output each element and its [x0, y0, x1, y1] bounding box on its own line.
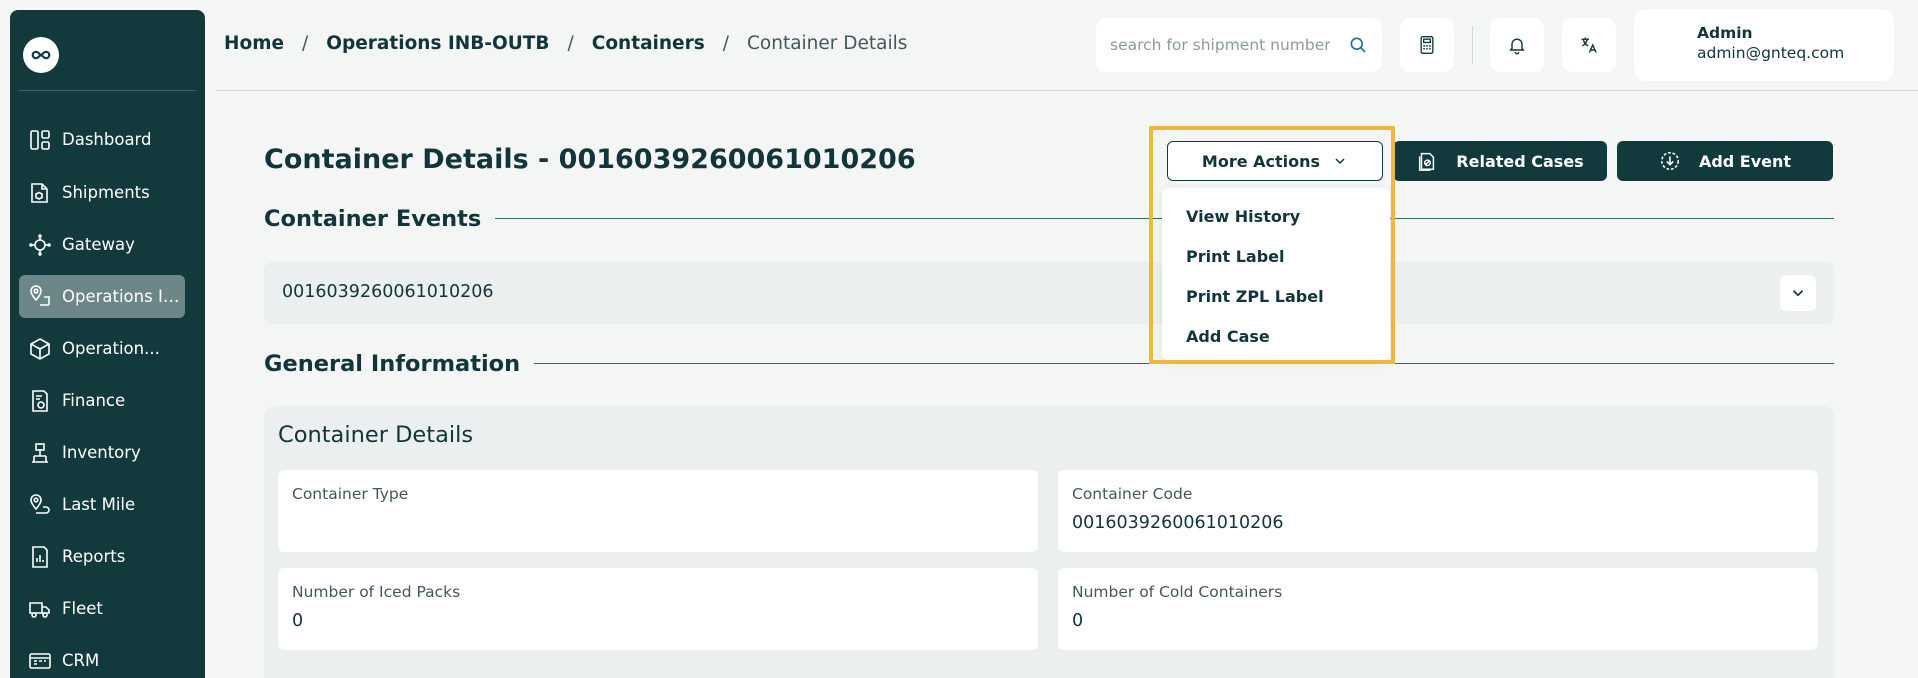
- more-actions-button[interactable]: More Actions: [1167, 141, 1383, 181]
- calculator-button[interactable]: [1400, 18, 1454, 72]
- sidebar-item-fleet[interactable]: Fleet: [19, 587, 185, 630]
- sidebar-item-label: Last Mile: [62, 495, 136, 514]
- crm-icon: [29, 652, 51, 669]
- app-logo[interactable]: [23, 37, 59, 73]
- add-event-label: Add Event: [1698, 151, 1792, 171]
- sidebar-item-label: Operation...: [62, 339, 160, 358]
- chevron-down-icon: [1335, 158, 1345, 165]
- page-title: Container Details - 0016039260061010206: [264, 144, 916, 175]
- menu-item-add-case[interactable]: Add Case: [1162, 316, 1390, 356]
- sidebar-item-dashboard[interactable]: Dashboard: [19, 118, 185, 161]
- related-cases-button[interactable]: Related Cases: [1393, 141, 1607, 181]
- field-label: Number of Iced Packs: [292, 583, 461, 601]
- field-value: 0016039260061010206: [1072, 513, 1284, 533]
- add-event-button[interactable]: Add Event: [1617, 141, 1833, 181]
- sidebar-item-shipments[interactable]: Shipments: [19, 171, 185, 214]
- sidebar-item-label: Finance: [62, 391, 126, 410]
- search-icon[interactable]: [1348, 35, 1368, 55]
- container-events-title: Container Events: [264, 206, 496, 232]
- breadcrumb-separator: /: [302, 33, 309, 54]
- user-profile-card[interactable]: Admin admin@gnteq.com: [1634, 9, 1894, 81]
- cases-icon: [1419, 152, 1435, 171]
- sidebar-item-operations-inb-outb[interactable]: Operations IN...: [19, 275, 185, 318]
- add-event-icon: [1660, 151, 1679, 171]
- infinity-logo-icon: [31, 50, 51, 60]
- menu-item-print-label[interactable]: Print Label: [1162, 236, 1390, 276]
- fleet-icon: [29, 601, 50, 618]
- inventory-icon: [32, 442, 48, 463]
- header-divider: [1472, 26, 1473, 64]
- notifications-button[interactable]: [1490, 18, 1544, 72]
- search-input[interactable]: [1110, 36, 1330, 54]
- search-box: [1096, 18, 1382, 72]
- translate-icon: [1581, 37, 1597, 53]
- menu-item-print-zpl-label[interactable]: Print ZPL Label: [1162, 276, 1390, 316]
- sidebar-item-reports[interactable]: Reports: [19, 535, 185, 578]
- container-code-field: Container Code 0016039260061010206: [1058, 470, 1818, 552]
- breadcrumb-operations[interactable]: Operations INB-OUTB: [326, 33, 549, 54]
- container-event-item[interactable]: 0016039260061010206: [264, 262, 1834, 324]
- header-divider-line: [215, 90, 1918, 91]
- sidebar-item-finance[interactable]: Finance: [19, 379, 185, 422]
- general-information-title: General Information: [264, 351, 535, 377]
- shipments-icon: [31, 182, 48, 203]
- sidebar-item-label: CRM: [62, 651, 100, 670]
- sidebar-divider: [19, 90, 196, 91]
- sidebar-item-gateway[interactable]: Gateway: [19, 223, 185, 266]
- more-actions-dropdown: View History Print Label Print ZPL Label…: [1162, 188, 1390, 360]
- finance-icon: [32, 389, 48, 412]
- related-cases-label: Related Cases: [1456, 151, 1584, 171]
- breadcrumb-home[interactable]: Home: [224, 33, 284, 54]
- section-divider: [505, 363, 1834, 364]
- container-details-title: Container Details: [278, 422, 474, 448]
- sidebar-item-label: Inventory: [62, 443, 141, 462]
- iced-packs-field: Number of Iced Packs 0: [278, 568, 1038, 650]
- breadcrumb-containers[interactable]: Containers: [592, 33, 705, 54]
- user-email: admin@gnteq.com: [1697, 44, 1845, 62]
- chevron-down-icon: [1792, 290, 1804, 297]
- user-name: Admin: [1697, 24, 1753, 42]
- menu-item-view-history[interactable]: View History: [1162, 196, 1390, 236]
- sidebar-item-label: Reports: [62, 547, 126, 566]
- breadcrumb-current: Container Details: [746, 33, 908, 54]
- last-mile-icon: [30, 493, 50, 514]
- operations-box-icon: [30, 337, 50, 360]
- field-value: 0: [1072, 611, 1084, 631]
- sidebar: Dashboard Shipments Gateway Operations I…: [10, 10, 205, 678]
- sidebar-item-crm[interactable]: CRM: [19, 639, 185, 678]
- sidebar-item-label: Gateway: [62, 235, 135, 254]
- container-type-field: Container Type: [278, 470, 1038, 552]
- more-actions-label: More Actions: [1201, 151, 1321, 171]
- sidebar-item-inventory[interactable]: Inventory: [19, 431, 185, 474]
- language-button[interactable]: [1562, 18, 1616, 72]
- sidebar-item-label: Operations IN...: [62, 287, 185, 306]
- expand-event-button[interactable]: [1780, 275, 1816, 311]
- container-details-panel: Container Details Container Type Contain…: [264, 406, 1834, 678]
- cold-containers-field: Number of Cold Containers 0: [1058, 568, 1818, 650]
- sidebar-item-operations[interactable]: Operation...: [19, 327, 185, 370]
- gateway-icon: [29, 233, 51, 256]
- bell-icon: [1509, 38, 1525, 55]
- container-event-code: 0016039260061010206: [282, 282, 494, 302]
- operations-location-icon: [30, 284, 50, 306]
- sidebar-item-label: Fleet: [62, 599, 103, 618]
- field-label: Container Type: [292, 485, 409, 503]
- breadcrumb-separator: /: [567, 33, 574, 54]
- sidebar-item-last-mile[interactable]: Last Mile: [19, 483, 185, 526]
- sidebar-item-label: Dashboard: [62, 130, 152, 149]
- breadcrumb: Home / Operations INB-OUTB / Containers …: [224, 33, 907, 54]
- dashboard-icon: [30, 129, 50, 150]
- calculator-icon: [1420, 36, 1434, 54]
- breadcrumb-separator: /: [722, 33, 729, 54]
- section-divider: [470, 218, 1834, 219]
- sidebar-item-label: Shipments: [62, 183, 150, 202]
- field-value: 0: [292, 611, 304, 631]
- reports-icon: [32, 545, 48, 568]
- field-value: [292, 513, 1024, 535]
- field-label: Container Code: [1072, 485, 1193, 503]
- field-label: Number of Cold Containers: [1072, 583, 1283, 601]
